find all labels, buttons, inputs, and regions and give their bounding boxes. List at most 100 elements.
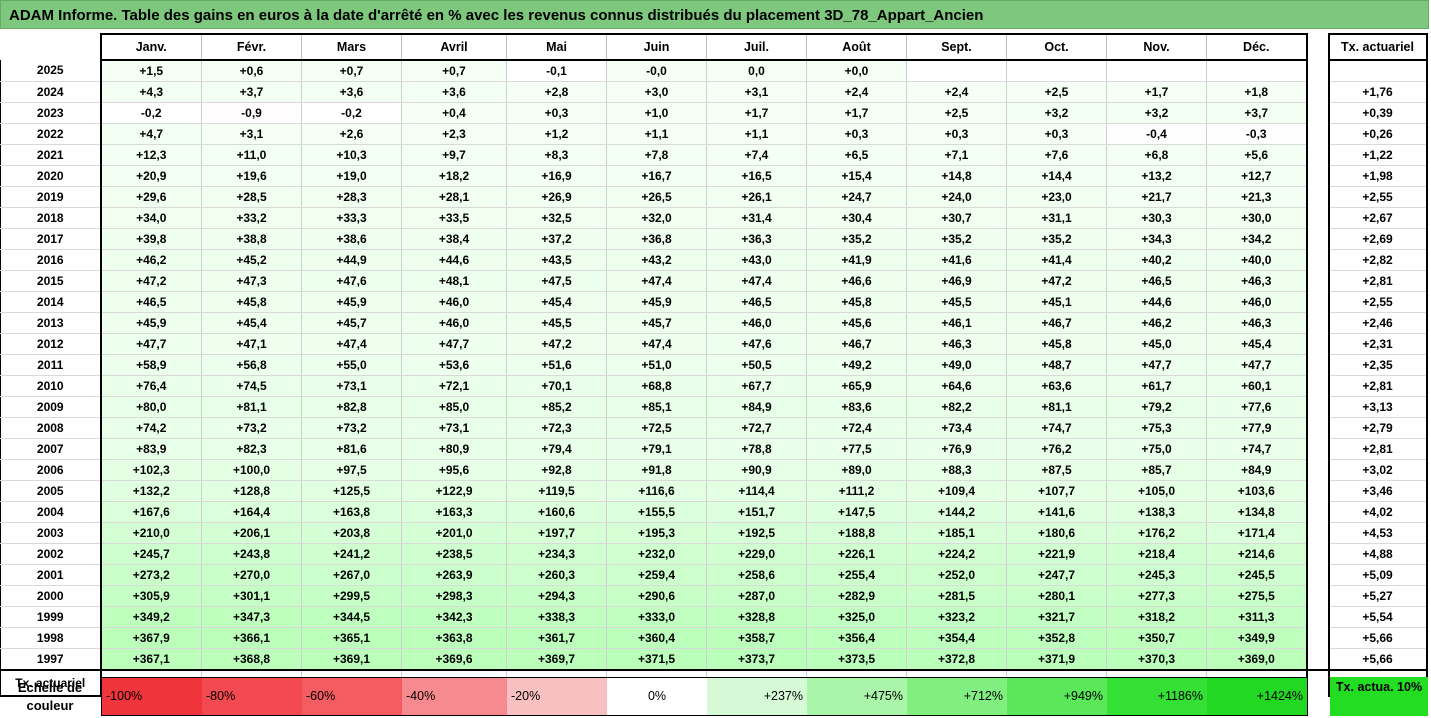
column-gap: [1306, 585, 1329, 607]
actuarial-cell: +2,55: [1327, 291, 1428, 313]
gain-cell: +4,3: [100, 81, 202, 103]
gain-cell: +19,6: [201, 165, 302, 187]
gain-cell: +72,5: [606, 417, 707, 439]
gain-cell: +224,2: [906, 543, 1007, 565]
gain-cell: [1006, 60, 1107, 82]
gain-cell: +40,0: [1206, 249, 1308, 271]
gain-cell: +354,4: [906, 627, 1007, 649]
gain-cell: +1,7: [706, 102, 807, 124]
year-cell: 2005: [0, 480, 102, 502]
column-gap: [1306, 228, 1329, 250]
gain-cell: +85,1: [606, 396, 707, 418]
gain-cell: +23,0: [1006, 186, 1107, 208]
gain-cell: +210,0: [100, 522, 202, 544]
gain-cell: +45,7: [606, 312, 707, 334]
column-gap: [1306, 270, 1329, 292]
actuarial-cell: +2,69: [1327, 228, 1428, 250]
gain-cell: +47,2: [100, 270, 202, 292]
gain-cell: +76,4: [100, 375, 202, 397]
actuarial-cell: +0,26: [1327, 123, 1428, 145]
gain-cell: +171,4: [1206, 522, 1308, 544]
gain-cell: +0,6: [201, 60, 302, 82]
gain-cell: +245,3: [1106, 564, 1207, 586]
gain-cell: +85,2: [506, 396, 607, 418]
gain-cell: +0,3: [1006, 123, 1107, 145]
year-cell: 2013: [0, 312, 102, 334]
gain-cell: +290,6: [606, 585, 707, 607]
year-cell: 2011: [0, 354, 102, 376]
year-cell: 2025: [0, 60, 102, 82]
gain-cell: +45,9: [301, 291, 402, 313]
gain-cell: +360,4: [606, 627, 707, 649]
gain-cell: +45,9: [606, 291, 707, 313]
gain-cell: +72,3: [506, 417, 607, 439]
gain-cell: +79,2: [1106, 396, 1207, 418]
gain-cell: +82,3: [201, 438, 302, 460]
column-gap: [1306, 34, 1329, 60]
legend-swatch: +1186%: [1107, 678, 1207, 715]
gain-cell: +273,2: [100, 564, 202, 586]
gain-cell: +29,6: [100, 186, 202, 208]
gain-cell: +14,8: [906, 165, 1007, 187]
column-gap: [1306, 60, 1329, 82]
gain-cell: +234,3: [506, 543, 607, 565]
gain-cell: +76,9: [906, 438, 1007, 460]
actuarial-cell: +5,09: [1327, 564, 1428, 586]
gain-cell: +45,8: [1006, 333, 1107, 355]
gain-cell: +107,7: [1006, 480, 1107, 502]
column-gap: [1306, 438, 1329, 460]
gain-cell: -0,4: [1106, 123, 1207, 145]
gain-cell: +2,4: [806, 81, 907, 103]
month-header: Août: [806, 33, 907, 61]
gain-cell: +349,2: [100, 606, 202, 628]
column-gap: [1306, 627, 1329, 649]
column-gap: [1306, 186, 1329, 208]
gain-cell: +47,7: [401, 333, 507, 355]
gain-cell: +84,9: [706, 396, 807, 418]
gain-cell: +44,9: [301, 249, 402, 271]
gain-cell: +49,2: [806, 354, 907, 376]
table-row: 2025 +1,5 +0,6 +0,7 +0,7 -0,1 -0,0 0,0 +0,0: [0, 60, 1428, 82]
gain-cell: +58,9: [100, 354, 202, 376]
column-gap: [1306, 333, 1329, 355]
column-gap: [1306, 81, 1329, 103]
year-cell: 1997: [0, 648, 102, 671]
table-row: 2019 +29,6 +28,5 +28,3 +28,1 +26,9 +26,5 +26,1 +…: [0, 186, 1428, 208]
gain-cell: +45,2: [201, 249, 302, 271]
gain-cell: +298,3: [401, 585, 507, 607]
gain-cell: +134,8: [1206, 501, 1308, 523]
gain-cell: +79,4: [506, 438, 607, 460]
gain-cell: +82,8: [301, 396, 402, 418]
gain-cell: +245,7: [100, 543, 202, 565]
gain-cell: +77,5: [806, 438, 907, 460]
gain-cell: -0,9: [201, 102, 302, 124]
gain-cell: +1,0: [606, 102, 707, 124]
gain-cell: +180,6: [1006, 522, 1107, 544]
column-gap: [1306, 249, 1329, 271]
gain-cell: +46,3: [906, 333, 1007, 355]
gain-cell: +3,0: [606, 81, 707, 103]
gain-cell: +31,1: [1006, 207, 1107, 229]
gain-cell: +72,4: [806, 417, 907, 439]
table-row: 2018 +34,0 +33,2 +33,3 +33,5 +32,5 +32,0 +31,4 +…: [0, 207, 1428, 229]
gain-cell: +46,0: [706, 312, 807, 334]
column-gap: [1306, 459, 1329, 481]
gain-cell: +281,5: [906, 585, 1007, 607]
gain-cell: +356,4: [806, 627, 907, 649]
month-header: Avril: [401, 33, 507, 61]
gain-cell: +51,6: [506, 354, 607, 376]
gain-cell: +102,3: [100, 459, 202, 481]
gain-cell: +45,1: [1006, 291, 1107, 313]
table-row: 1998 +367,9 +366,1 +365,1 +363,8 +361,7 +360,4…: [0, 627, 1428, 649]
gain-cell: +21,3: [1206, 186, 1308, 208]
gain-cell: +252,0: [906, 564, 1007, 586]
table-row: 2001 +273,2 +270,0 +267,0 +263,9 +260,3 +259,4…: [0, 564, 1428, 586]
gain-cell: -0,2: [100, 102, 202, 124]
table-row: 2015 +47,2 +47,3 +47,6 +48,1 +47,5 +47,4 +47,4 +…: [0, 270, 1428, 292]
gain-cell: +46,2: [100, 249, 202, 271]
gain-cell: +163,8: [301, 501, 402, 523]
gain-cell: +1,7: [806, 102, 907, 124]
table-row: 2023 -0,2 -0,9 -0,2 +0,4 +0,3 +1,0 +1,7 +1,7 +2,5…: [0, 102, 1428, 124]
gain-cell: +5,6: [1206, 144, 1308, 166]
gain-cell: +267,0: [301, 564, 402, 586]
